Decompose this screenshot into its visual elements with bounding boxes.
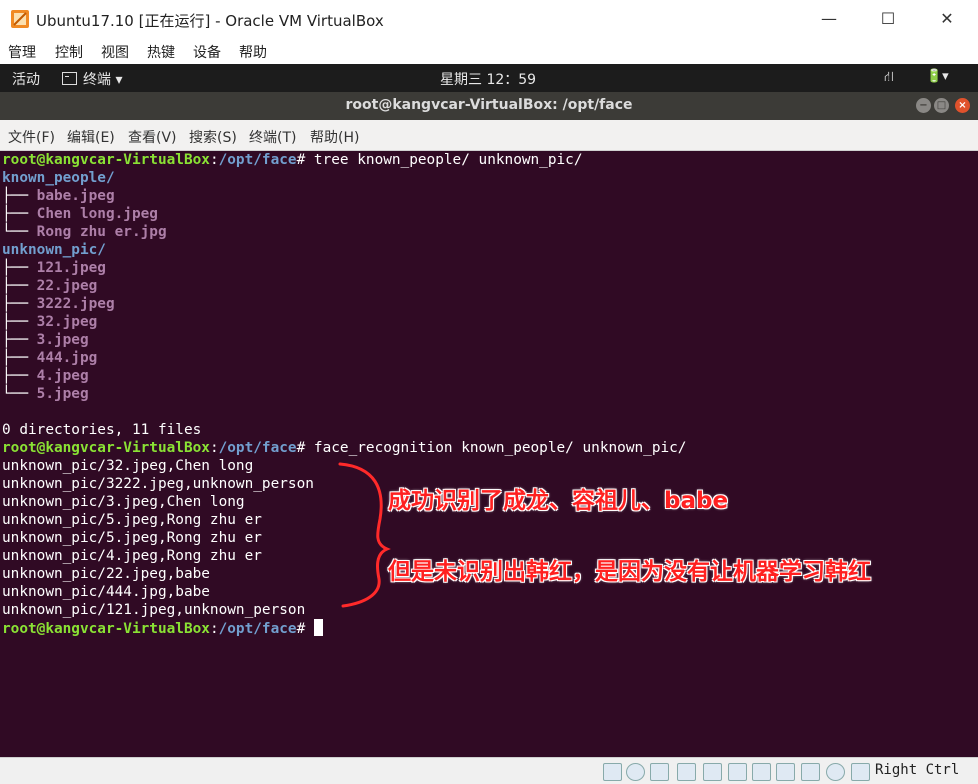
usb-icon[interactable] (703, 763, 722, 781)
keyboard-capture-icon[interactable] (851, 763, 870, 781)
tree-file: ├── 3222.jpeg (2, 296, 115, 312)
terminal-menu-search[interactable]: 搜索(S) (189, 127, 237, 147)
result-line: unknown_pic/3.jpeg,Chen long (2, 494, 245, 510)
menu-view[interactable]: 视图 (101, 42, 129, 62)
activities-button[interactable]: 活动 (12, 69, 40, 89)
terminal-menu-bar: 文件(F) 编辑(E) 查看(V) 搜索(S) 终端(T) 帮助(H) (0, 120, 978, 151)
menu-help[interactable]: 帮助 (239, 42, 267, 62)
vbox-menu-bar: 管理 控制 视图 热键 设备 帮助 (0, 38, 978, 64)
tree-file: ├── 22.jpeg (2, 278, 98, 294)
result-line: unknown_pic/444.jpg,babe (2, 584, 210, 600)
terminal-title-bar: root@kangvcar-VirtualBox: /opt/face − □ … (0, 92, 978, 120)
cpu-icon[interactable] (801, 763, 820, 781)
prompt-line: root@kangvcar-VirtualBox:/opt/face# (2, 619, 323, 637)
terminal-minimize-button[interactable]: − (916, 98, 931, 113)
result-line: unknown_pic/32.jpeg,Chen long (2, 458, 254, 474)
result-line: unknown_pic/5.jpeg,Rong zhu er (2, 530, 262, 546)
virtualbox-app-icon (11, 10, 29, 28)
tree-file: └── 5.jpeg (2, 386, 89, 402)
result-line: unknown_pic/121.jpeg,unknown_person (2, 602, 306, 618)
terminal-icon (62, 72, 77, 85)
tree-file: ├── Chen long.jpeg (2, 206, 158, 222)
optical-drive-icon[interactable] (626, 763, 645, 781)
terminal-app-menu-label: 终端 ▾ (83, 72, 123, 88)
terminal-close-button[interactable]: × (955, 98, 970, 113)
tree-file: ├── babe.jpeg (2, 188, 115, 204)
minimize-button[interactable]: — (800, 0, 858, 38)
result-line: unknown_pic/5.jpeg,Rong zhu er (2, 512, 262, 528)
ubuntu-top-bar: 活动 终端 ▾ 星期三 12：59 ⛙ 🔋▾ (0, 64, 978, 92)
host-key-label: Right Ctrl (875, 762, 960, 778)
terminal-menu-view[interactable]: 查看(V) (128, 127, 177, 147)
clock[interactable]: 星期三 12：59 (440, 69, 536, 89)
menu-control[interactable]: 控制 (55, 42, 83, 62)
mouse-integration-icon[interactable] (826, 763, 845, 781)
prompt-line: root@kangvcar-VirtualBox:/opt/face# tree… (2, 152, 583, 168)
terminal-app-menu[interactable]: 终端 ▾ (62, 69, 122, 89)
tree-file: ├── 32.jpeg (2, 314, 98, 330)
result-line: unknown_pic/3222.jpeg,unknown_person (2, 476, 314, 492)
terminal-menu-file[interactable]: 文件(F) (8, 127, 55, 147)
command-text: face_recognition known_people/ unknown_p… (313, 440, 687, 456)
network-icon[interactable]: ⛙ (884, 69, 894, 87)
tree-file: └── Rong zhu er.jpg (2, 224, 167, 240)
window-title: Ubuntu17.10 [正在运行] - Oracle VM VirtualBo… (36, 12, 384, 30)
tree-summary: 0 directories, 11 files (2, 422, 202, 438)
video-capture-icon[interactable] (776, 763, 795, 781)
menu-hotkey[interactable]: 热键 (147, 42, 175, 62)
tree-file: ├── 3.jpeg (2, 332, 89, 348)
command-text: tree known_people/ unknown_pic/ (313, 152, 583, 168)
terminal-output[interactable]: root@kangvcar-VirtualBox:/opt/face# tree… (0, 151, 978, 757)
annotation-line-1: 成功识别了成龙、容祖儿、babe (388, 488, 729, 514)
vbox-title-bar: Ubuntu17.10 [正在运行] - Oracle VM VirtualBo… (0, 0, 978, 38)
maximize-button[interactable]: ☐ (859, 0, 917, 38)
tree-file: ├── 444.jpg (2, 350, 98, 366)
power-icon[interactable]: 🔋▾ (926, 69, 949, 84)
terminal-menu-terminal[interactable]: 终端(T) (249, 127, 296, 147)
audio-icon[interactable] (650, 763, 669, 781)
tree-directory: unknown_pic/ (2, 242, 106, 258)
result-line: unknown_pic/22.jpeg,babe (2, 566, 210, 582)
result-line: unknown_pic/4.jpeg,Rong zhu er (2, 548, 262, 564)
tree-file: ├── 121.jpeg (2, 260, 106, 276)
menu-manage[interactable]: 管理 (8, 42, 36, 62)
network-adapter-icon[interactable] (677, 763, 696, 781)
terminal-menu-edit[interactable]: 编辑(E) (67, 127, 115, 147)
hard-disk-icon[interactable] (603, 763, 622, 781)
menu-devices[interactable]: 设备 (193, 42, 221, 62)
annotation-brace (338, 462, 391, 608)
display-icon[interactable] (752, 763, 771, 781)
vbox-status-bar: Right Ctrl (0, 757, 978, 784)
prompt-line: root@kangvcar-VirtualBox:/opt/face# face… (2, 440, 687, 456)
terminal-menu-help[interactable]: 帮助(H) (310, 127, 359, 147)
annotation-line-2: 但是未识别出韩红，是因为没有让机器学习韩红 (388, 559, 871, 585)
close-button[interactable]: ✕ (918, 0, 976, 38)
terminal-maximize-button[interactable]: □ (934, 98, 949, 113)
tree-directory: known_people/ (2, 170, 115, 186)
shared-folders-icon[interactable] (728, 763, 747, 781)
tree-file: ├── 4.jpeg (2, 368, 89, 384)
text-cursor (313, 619, 323, 636)
terminal-title: root@kangvcar-VirtualBox: /opt/face (345, 97, 633, 113)
